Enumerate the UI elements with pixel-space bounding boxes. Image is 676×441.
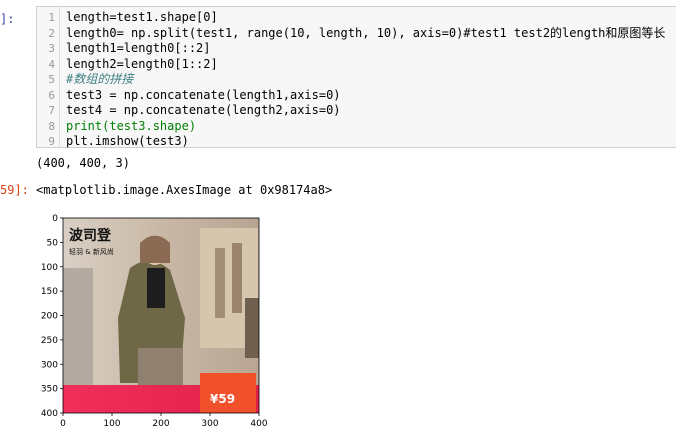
x-tick-label: 0 [60, 419, 66, 429]
skirt-shape [138, 348, 183, 388]
black-top [147, 268, 165, 308]
code-line[interactable]: length2=length0[1::2] [66, 57, 218, 73]
brand-logo: 波司登 [69, 227, 112, 244]
line-number: 7 [48, 104, 55, 117]
x-tick-label: 100 [103, 419, 120, 429]
output-prompt: 59]: [0, 183, 29, 197]
line-number: 4 [48, 57, 55, 71]
line-number: 8 [48, 119, 55, 133]
building-window [215, 248, 225, 318]
y-tick-label: 200 [41, 312, 58, 322]
output-repr: <matplotlib.image.AxesImage at 0x98174a8… [36, 183, 333, 197]
code-line[interactable]: plt.imshow(test3) [66, 134, 189, 150]
imshow-figure: ¥59 波司登 轻羽 & 新风尚 0 50 100 150 200 250 300 350 40… [41, 214, 268, 429]
line-number: 2 [48, 26, 55, 40]
y-tick-label: 400 [41, 409, 58, 419]
x-tick-label: 300 [201, 419, 218, 429]
line-number-gutter: 1 2 3 4 5 6 7 8 9 [37, 7, 60, 148]
y-tick-label: 50 [47, 238, 59, 248]
brand-subtitle: 轻羽 & 新风尚 [69, 247, 114, 256]
line-number: 9 [48, 135, 55, 148]
x-axis-ticks: 0 100 200 300 400 [60, 413, 268, 429]
code-line[interactable]: test4 = np.concatenate(length2,axis=0) [66, 103, 341, 119]
price-text: ¥59 [210, 392, 235, 406]
line-number: 3 [48, 42, 55, 55]
y-tick-label: 100 [41, 263, 58, 273]
code-line-comment[interactable]: #数组的拼接 [66, 72, 133, 88]
code-line[interactable]: test3 = np.concatenate(length1,axis=0) [66, 88, 341, 104]
y-tick-label: 150 [41, 287, 58, 297]
x-tick-label: 200 [152, 419, 169, 429]
input-prompt: ]: [0, 12, 15, 26]
code-line[interactable]: print(test3.shape) [66, 119, 196, 135]
x-tick-label: 400 [250, 419, 267, 429]
code-line[interactable]: length=test1.shape[0] [66, 10, 218, 26]
y-axis-ticks: 0 50 100 150 200 250 300 350 400 [41, 214, 63, 419]
line-number: 6 [48, 88, 55, 102]
line-number: 5 [48, 73, 55, 86]
y-tick-label: 350 [41, 385, 58, 395]
building-window [245, 298, 259, 358]
stdout-text: (400, 400, 3) [36, 156, 130, 170]
code-cell[interactable]: 1 2 3 4 5 6 7 8 9 length=test1.shape[0] … [36, 6, 676, 148]
y-tick-label: 300 [41, 360, 58, 370]
hair-shape [140, 235, 170, 263]
y-tick-label: 250 [41, 336, 58, 346]
y-tick-label: 0 [52, 214, 58, 224]
line-number: 1 [48, 11, 55, 24]
building-window [232, 243, 242, 313]
image-content: ¥59 波司登 轻羽 & 新风尚 [63, 218, 259, 413]
code-line[interactable]: length0= np.split(test1, range(10, lengt… [66, 26, 665, 42]
code-line[interactable]: length1=length0[::2] [66, 41, 211, 57]
